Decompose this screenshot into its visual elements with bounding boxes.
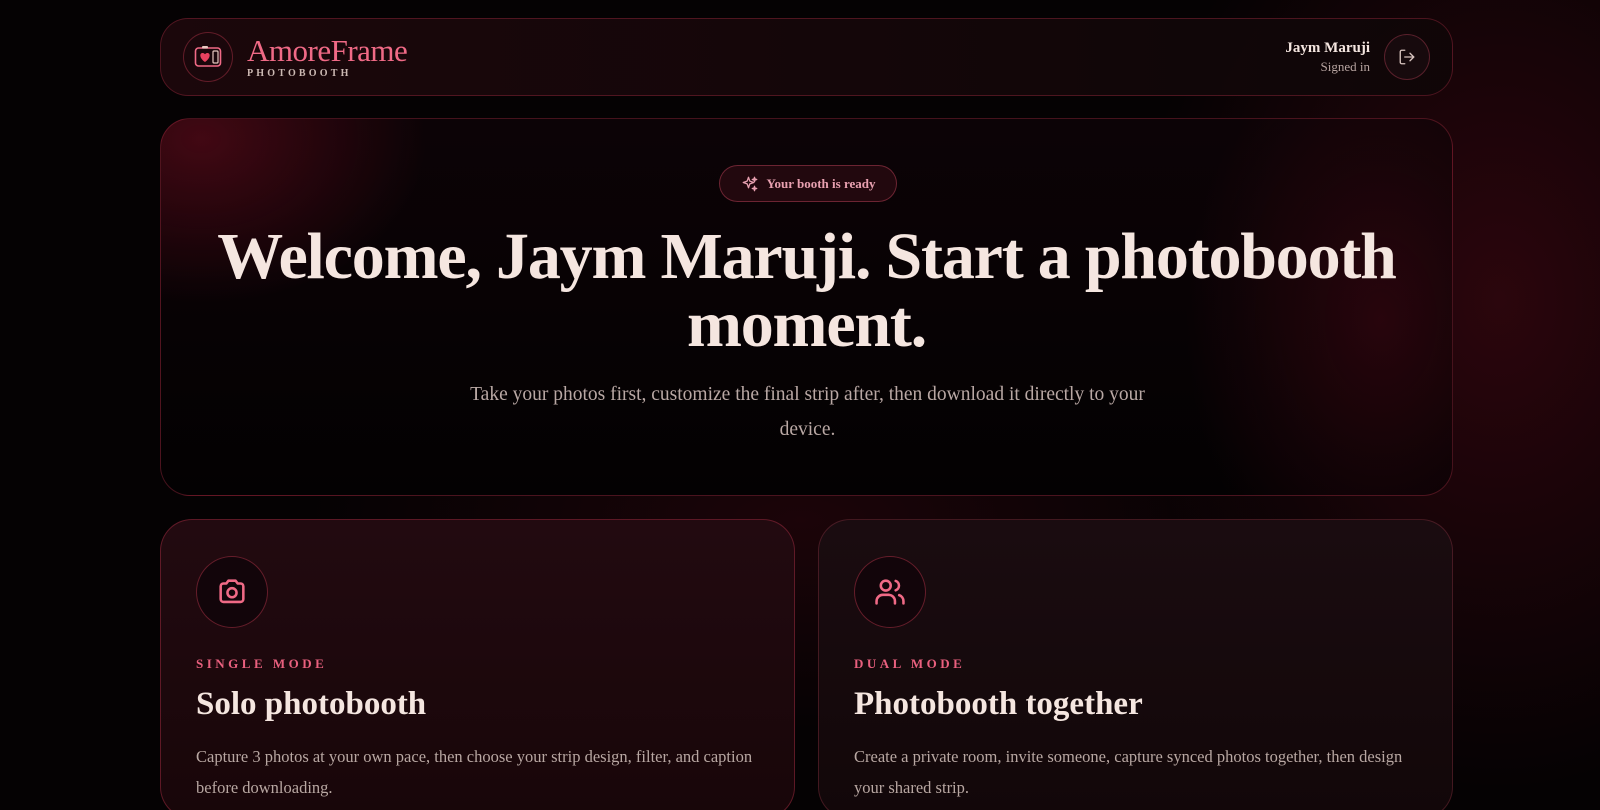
- card-description: Create a private room, invite someone, c…: [854, 747, 1403, 797]
- camera-icon: [196, 556, 268, 628]
- user-name: Jaym Maruji: [1285, 39, 1370, 56]
- dual-mode-card[interactable]: DUAL MODE Photobooth together Create a p…: [818, 519, 1453, 810]
- brand-subtitle: PHOTOBOOTH: [247, 68, 352, 79]
- card-title: Photobooth together: [854, 686, 1143, 722]
- page-subtitle: Take your photos first, customize the fi…: [470, 384, 1145, 440]
- hero-panel: Your booth is ready Welcome, Jaym Maruji…: [160, 118, 1453, 496]
- card-mode-label: SINGLE MODE: [196, 656, 328, 671]
- user-status: Signed in: [1320, 58, 1370, 74]
- users-icon: [854, 556, 926, 628]
- card-description: Capture 3 photos at your own pace, then …: [196, 747, 753, 797]
- sparkles-icon: [742, 176, 757, 191]
- logout-icon: [1399, 49, 1415, 65]
- status-badge: Your booth is ready: [719, 165, 897, 202]
- card-title: Solo photobooth: [196, 686, 427, 722]
- brand[interactable]: AmoreFrame PHOTOBOOTH: [183, 32, 408, 82]
- solo-mode-card[interactable]: SINGLE MODE Solo photobooth Capture 3 ph…: [160, 519, 795, 810]
- user-area: Jaym Maruji Signed in: [1285, 34, 1430, 80]
- app-header: AmoreFrame PHOTOBOOTH Jaym Maruji Signed…: [160, 18, 1453, 96]
- page-title: Welcome, Jaym Maruji. Start a photobooth…: [217, 220, 1397, 361]
- brand-name: AmoreFrame: [247, 33, 408, 68]
- photobooth-heart-icon: [183, 32, 233, 82]
- card-mode-label: DUAL MODE: [854, 656, 966, 671]
- logout-button[interactable]: [1384, 34, 1430, 80]
- status-badge-text: Your booth is ready: [766, 175, 876, 191]
